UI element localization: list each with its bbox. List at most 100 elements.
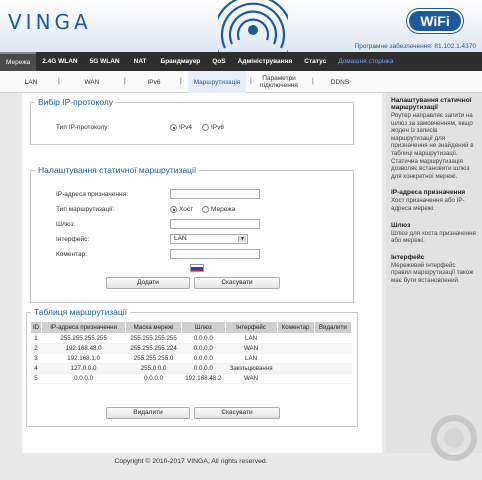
cell-dest: 255.255.255.255 [41, 333, 126, 344]
cell-id: 4 [30, 363, 42, 374]
cell-id: 2 [30, 343, 42, 354]
subtab-connection-params[interactable]: Параметри підключення [254, 71, 304, 93]
help-text: Роутер направляє запити на шлюз за замов… [391, 112, 474, 180]
nav-24g-wlan[interactable]: 2.4G WLAN [36, 52, 83, 71]
table-row: 4 127.0.0.0 255.0.0.0 0.0.0.0 Закільцюва… [30, 363, 352, 374]
table-header-row: ID IP-адреса призначення Маска мережі Шл… [29, 321, 353, 334]
radio-ipv4[interactable]: IPv4 [170, 124, 192, 131]
radio-host-label: Хост [179, 206, 194, 213]
table-row: 1 255.255.255.255 255.255.255.255 0.0.0.… [30, 333, 352, 344]
ip-protocol-label: Тип IP-протоколу: [56, 124, 110, 131]
separator: | [312, 78, 314, 85]
col-netmask: Маска мережі [125, 321, 183, 334]
subtab-ddns[interactable]: DDNS [322, 71, 358, 93]
cell-delete [314, 333, 352, 344]
interface-select-value: LAN [174, 235, 187, 242]
comment-label: Коментар: [56, 251, 88, 258]
cell-gateway: 192.168.48.2 [181, 373, 226, 384]
sub-nav: LAN | WAN | IPv6 | Маршрутизація | Парам… [0, 71, 482, 93]
nav-administration[interactable]: Адміністрування [232, 52, 299, 71]
nav-5g-wlan[interactable]: 5G WLAN [84, 52, 126, 71]
help-sidebar: Налаштування статичної маршрутизації Роу… [386, 93, 482, 453]
radio-network[interactable]: Мережа [202, 206, 235, 213]
cell-interface: WAN [225, 343, 278, 354]
radio-host[interactable]: Хост [170, 206, 193, 213]
comment-input[interactable] [170, 249, 260, 259]
firmware-version: Програмне забезпечення: 81.102.1.4370 [354, 43, 476, 50]
interface-label: Інтерфейс: [56, 236, 90, 243]
routing-table: ID IP-адреса призначення Маска мережі Шл… [29, 321, 353, 384]
flag-stripe [191, 270, 203, 271]
table-cancel-button[interactable]: Скасувати [194, 407, 280, 419]
main-content: Вибір IP-протоколу Тип IP-протоколу: IPv… [22, 93, 382, 453]
main-nav: Мережа 2.4G WLAN 5G WLAN NAT Брандмауер … [0, 52, 482, 71]
subtab-ipv6[interactable]: IPv6 [136, 71, 172, 93]
help-text: Хост призначення або IP-адреса мережі. [391, 197, 465, 212]
dest-ip-label: IP-адреса призначення: [56, 191, 128, 198]
subtab-wan[interactable]: WAN [72, 71, 112, 93]
cell-dest: 0.0.0.0 [41, 373, 126, 384]
language-flag-icon[interactable] [190, 264, 204, 272]
routing-table-legend: Таблиця маршрутизації [34, 307, 127, 317]
cell-dest: 127.0.0.0 [41, 363, 126, 374]
static-routing-legend: Налаштування статичної маршрутизації [38, 165, 197, 175]
delete-button[interactable]: Видалити [106, 407, 190, 419]
watermark-logo-icon [430, 414, 478, 462]
radio-network-label: Мережа [211, 206, 236, 213]
nav-firewall[interactable]: Брандмауер [155, 52, 207, 71]
cell-comment [277, 343, 315, 354]
cell-comment [277, 333, 315, 344]
ip-protocol-legend: Вибір IP-протоколу [38, 97, 114, 107]
table-row: 3 192.168.1.0 255.255.255.0 0.0.0.0 LAN [30, 353, 352, 364]
help-text: Мережевий інтерфейс правил маршрутизації… [391, 261, 474, 284]
cell-interface: LAN [225, 333, 278, 344]
radio-dot [202, 206, 209, 213]
interface-select[interactable]: LAN ▼ [170, 234, 248, 244]
nav-network[interactable]: Мережа [0, 52, 37, 71]
cell-id: 1 [30, 333, 42, 344]
cancel-button[interactable]: Скасувати [194, 277, 280, 289]
cell-dest: 192.168.1.0 [41, 353, 126, 364]
help-title: IP-адреса призначення [391, 189, 466, 197]
cell-mask: 255.0.0.0 [125, 363, 182, 374]
separator: | [124, 78, 126, 85]
routing-type-label: Тип маршрутизації: [56, 206, 115, 213]
cell-gateway: 0.0.0.0 [181, 333, 226, 344]
add-button[interactable]: Додати [106, 277, 190, 289]
copyright-footer: Copyright © 2010-2017 VINGA, All rights … [114, 458, 268, 465]
cell-mask: 255.255.255.224 [125, 343, 182, 354]
cell-interface: WAN [225, 373, 278, 384]
cell-comment [277, 373, 315, 384]
chevron-down-icon: ▼ [238, 236, 246, 242]
help-text: Шлюз для хоста призначення або мережі. [391, 229, 476, 245]
help-title: Інтерфейс [391, 253, 425, 261]
cell-delete [314, 343, 352, 354]
separator: | [58, 78, 60, 85]
cell-gateway: 0.0.0.0 [181, 343, 226, 354]
help-title: Шлюз [391, 221, 411, 229]
col-id: ID [29, 321, 43, 334]
col-comment: Коментар [276, 321, 315, 334]
nav-qos[interactable]: QoS [206, 52, 231, 71]
cell-dest: 192.168.48.0 [41, 343, 126, 354]
col-dest-ip: IP-адреса призначення [41, 321, 127, 334]
cell-id: 5 [30, 373, 42, 384]
help-title: Налаштування статичної маршрутизації [391, 97, 472, 111]
gateway-label: Шлюз: [56, 221, 76, 228]
nav-home-link[interactable]: Домашня сторінка [332, 52, 399, 71]
subtab-routing[interactable]: Маршрутизація [188, 71, 246, 93]
cell-gateway: 0.0.0.0 [181, 353, 226, 364]
radio-ipv6-label: IPv6 [211, 124, 225, 131]
nav-nat[interactable]: NAT [126, 52, 155, 71]
cell-interface: Закільцювання [225, 363, 278, 374]
subtab-lan[interactable]: LAN [14, 71, 48, 93]
radio-dot-selected [170, 124, 177, 131]
col-delete: Видалити [313, 321, 353, 334]
gateway-input[interactable] [170, 219, 260, 229]
radio-dot [202, 124, 209, 131]
cell-gateway: 0.0.0.0 [181, 363, 226, 374]
cell-mask: 0.0.0.0 [125, 373, 182, 384]
dest-ip-input[interactable] [170, 189, 260, 199]
nav-status[interactable]: Статус [298, 52, 332, 71]
radio-ipv6[interactable]: IPv6 [202, 124, 224, 131]
